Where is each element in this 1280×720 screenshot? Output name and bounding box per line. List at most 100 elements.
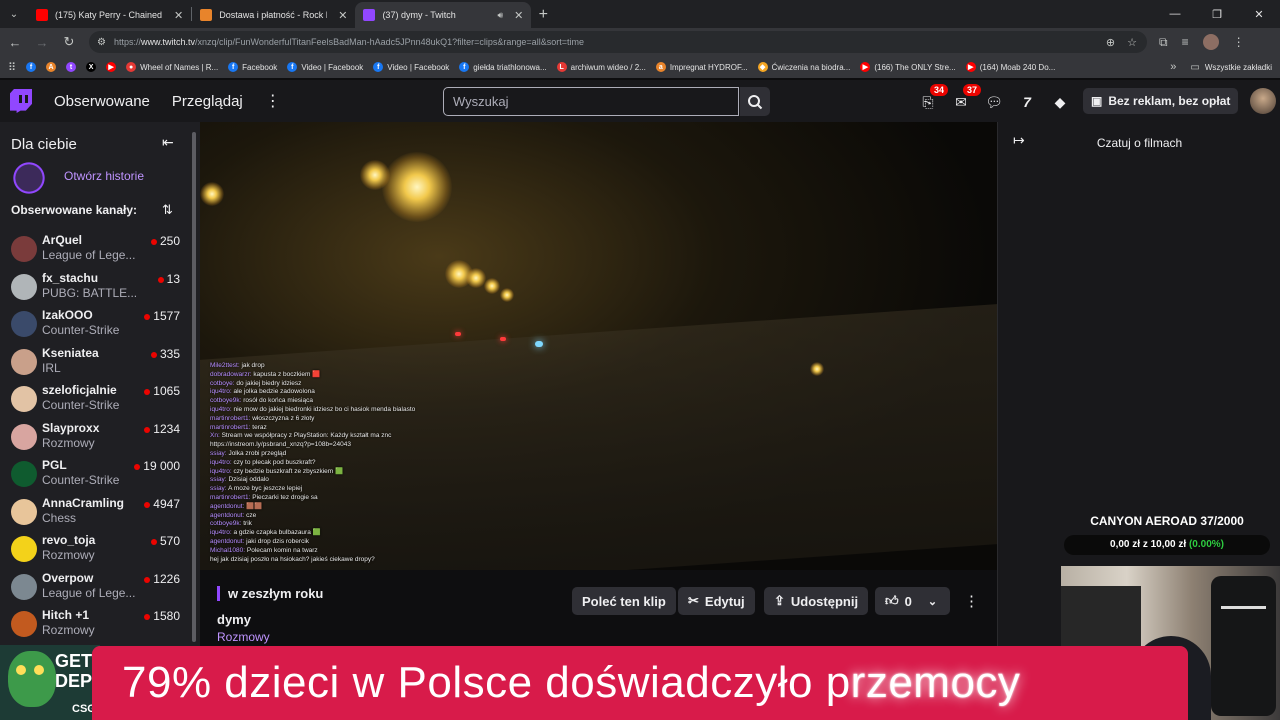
live-dot-icon (150, 539, 157, 545)
sidebar-channel[interactable]: revo_toja Rozmowy 570 (0, 530, 192, 567)
tab-twitch[interactable]: (37) dymy - Twitch 🔊︎ ✕ (355, 2, 532, 28)
open-history-link[interactable]: Otwórz historie (64, 169, 144, 183)
sponsor-logo: GET DEP CSG (0, 645, 100, 720)
search-icon (748, 94, 763, 109)
zoom-icon[interactable]: ⊕ (1106, 36, 1115, 49)
sidebar-channel[interactable]: Slayproxx Rozmowy 1234 (0, 418, 192, 455)
history-avatar[interactable] (11, 162, 47, 194)
bookmark-star-icon[interactable]: ☆ (1127, 36, 1137, 49)
channel-name: ArQuel (42, 233, 83, 247)
more-menu-icon[interactable]: ⋮ (265, 91, 281, 111)
close-icon[interactable]: ✕ (174, 9, 183, 22)
scissors-icon: ✂ (688, 593, 699, 608)
sidebar-channel[interactable]: Overpow League of Lege... 1226 (0, 568, 192, 605)
bookmark-item[interactable]: f Video | Facebook (287, 62, 363, 72)
nav-browse[interactable]: Przeglądaj (172, 93, 243, 110)
sidebar-channel[interactable]: Kseniatea IRL 335 (0, 343, 192, 380)
edit-button[interactable]: ✂ Edytuj (678, 587, 755, 615)
chat-message: trik (243, 520, 252, 528)
tab-youtube[interactable]: (175) Katy Perry - Chained To Th ✕ (28, 2, 191, 28)
chevron-down-icon[interactable]: ⌄ (928, 595, 937, 608)
chat-user: ssiay: (210, 476, 227, 484)
back-icon[interactable]: ← (3, 30, 27, 54)
sidebar-scrollbar[interactable] (192, 132, 196, 642)
bookmark-item[interactable]: A (46, 62, 57, 72)
ad-free-button[interactable]: ▣ Bez reklam, bez opłat (1083, 88, 1239, 114)
clip-video-player[interactable]: Mile2ttest: jak drop dobradowarzr: kapust… (200, 122, 997, 570)
bookmarks-overflow-icon[interactable]: » (1170, 61, 1176, 73)
reload-icon[interactable]: ↻ (57, 30, 81, 54)
chat-line: cotboye9k: trik (210, 520, 440, 529)
sort-icon[interactable]: ⇅ (162, 202, 173, 218)
twitch-logo-icon[interactable] (10, 89, 32, 113)
profile-avatar[interactable] (1202, 34, 1219, 50)
speaker-icon[interactable]: 🔊︎ (497, 10, 503, 21)
viewer-count: 19 000 (143, 459, 180, 473)
like-button[interactable]: 👍︎ 0 ⌄ (875, 587, 950, 615)
tab-search-icon[interactable]: ⌄ (0, 0, 28, 28)
tab-rockpoint[interactable]: Dostawa i płatność - Rock Point ✕ (192, 2, 355, 28)
site-info-icon[interactable]: ⚙ (97, 37, 106, 48)
close-icon[interactable]: ✕ (514, 9, 523, 22)
sidebar-channel[interactable]: szeloficjalnie Counter-Strike 1065 (0, 380, 192, 417)
whispers-icon[interactable]: 💬︎ (984, 92, 1004, 112)
bookmark-item[interactable]: t (66, 62, 77, 72)
bookmark-item[interactable]: f Video | Facebook (373, 62, 449, 72)
sidebar-channel[interactable]: AnnaCramling Chess 4947 (0, 493, 192, 530)
share-button[interactable]: ⇪ Udostępnij (764, 587, 869, 615)
bookmark-item[interactable]: ▶ (106, 62, 117, 72)
chat-user: ssiay: (210, 449, 227, 457)
bookmark-item[interactable]: Larchiwum wideo / 2... (556, 62, 646, 72)
search-placeholder: Wyszukaj (453, 94, 509, 109)
7tv-icon[interactable]: 7 (1017, 92, 1037, 112)
all-bookmarks-button[interactable]: ▭ Wszystkie zakładki (1190, 62, 1272, 73)
channel-avatar (11, 236, 37, 262)
minimize-icon[interactable]: — (1154, 0, 1196, 28)
sidebar-channel[interactable]: ArQuel League of Lege... 250 (0, 230, 192, 267)
sidebar-channel[interactable]: IzakOOO Counter-Strike 1577 (0, 305, 192, 342)
clip-info: w zeszłym roku dymy Rozmowy Poleć ten kl… (200, 570, 997, 650)
bookmark-item[interactable]: ▶ (164) Moab 240 Do... (965, 62, 1055, 72)
bookmark-favicon-icon: ● (126, 62, 137, 72)
close-icon[interactable]: ✕ (338, 9, 347, 22)
inbox-icon[interactable]: ⎘ 34 (918, 84, 948, 112)
bookmark-label: Facebook (242, 62, 278, 72)
sidebar-channel[interactable]: fx_stachu PUBG: BATTLE... 13 (0, 268, 192, 305)
user-avatar[interactable] (1250, 88, 1276, 114)
close-window-icon[interactable]: ✕ (1238, 0, 1280, 28)
extensions-icon[interactable]: ⧉ (1159, 35, 1168, 50)
reading-list-icon[interactable]: ≡ (1182, 35, 1189, 49)
nav-following[interactable]: Obserwowane (54, 93, 150, 110)
share-label: Udostępnij (790, 593, 859, 609)
address-bar[interactable]: ⚙ https://www.twitch.tv/xnzq/clip/FunWon… (89, 31, 1147, 53)
search-button[interactable] (740, 87, 770, 116)
tab-title: (37) dymy - Twitch (382, 10, 456, 20)
restore-icon[interactable]: ❐ (1196, 0, 1238, 28)
bookmark-item[interactable]: X (86, 62, 97, 72)
sidebar-channel[interactable]: Hitch +1 Rozmowy 1580 (0, 605, 192, 642)
recommend-clip-button[interactable]: Poleć ten klip (572, 587, 676, 615)
clip-category-link[interactable]: Rozmowy (217, 630, 270, 644)
apps-icon[interactable]: ⠿ (8, 61, 16, 74)
new-tab-button[interactable]: + (531, 2, 555, 28)
chat-line: iqu4tro: czy to plecak pod buszkraft? (210, 459, 440, 468)
search-input[interactable]: Wyszukaj (443, 87, 739, 116)
bookmark-item[interactable]: f (26, 62, 37, 72)
browser-menu-icon[interactable]: ⋮ (1233, 35, 1245, 49)
collapse-sidebar-icon[interactable]: ⇤ (162, 134, 174, 151)
bookmark-item[interactable]: a Impregnat HYDROF... (655, 62, 748, 72)
sidebar-channel[interactable]: PGL Counter-Strike 19 000 (0, 455, 192, 492)
twitch-icon (363, 9, 376, 21)
chat-message: Pieczarki tez drogie sa (252, 493, 318, 501)
chat-user: iqu4tro: (210, 467, 232, 475)
forward-icon[interactable]: → (30, 30, 54, 54)
bookmark-item[interactable]: ▶ (166) The ONLY Stre... (860, 62, 956, 72)
notifications-icon[interactable]: ✉ 37 (951, 84, 981, 112)
bookmark-item[interactable]: f giełda triathlonowa... (459, 62, 547, 72)
live-dot-icon (150, 239, 157, 245)
bookmark-item[interactable]: ◆ Ćwiczenia na biodra... (757, 62, 850, 72)
bookmark-item[interactable]: f Facebook (228, 62, 277, 72)
bookmark-item[interactable]: ● Wheel of Names | R... (126, 62, 218, 72)
more-options-icon[interactable]: ⋮ (964, 592, 979, 610)
bits-icon[interactable]: ◆ (1050, 92, 1070, 112)
